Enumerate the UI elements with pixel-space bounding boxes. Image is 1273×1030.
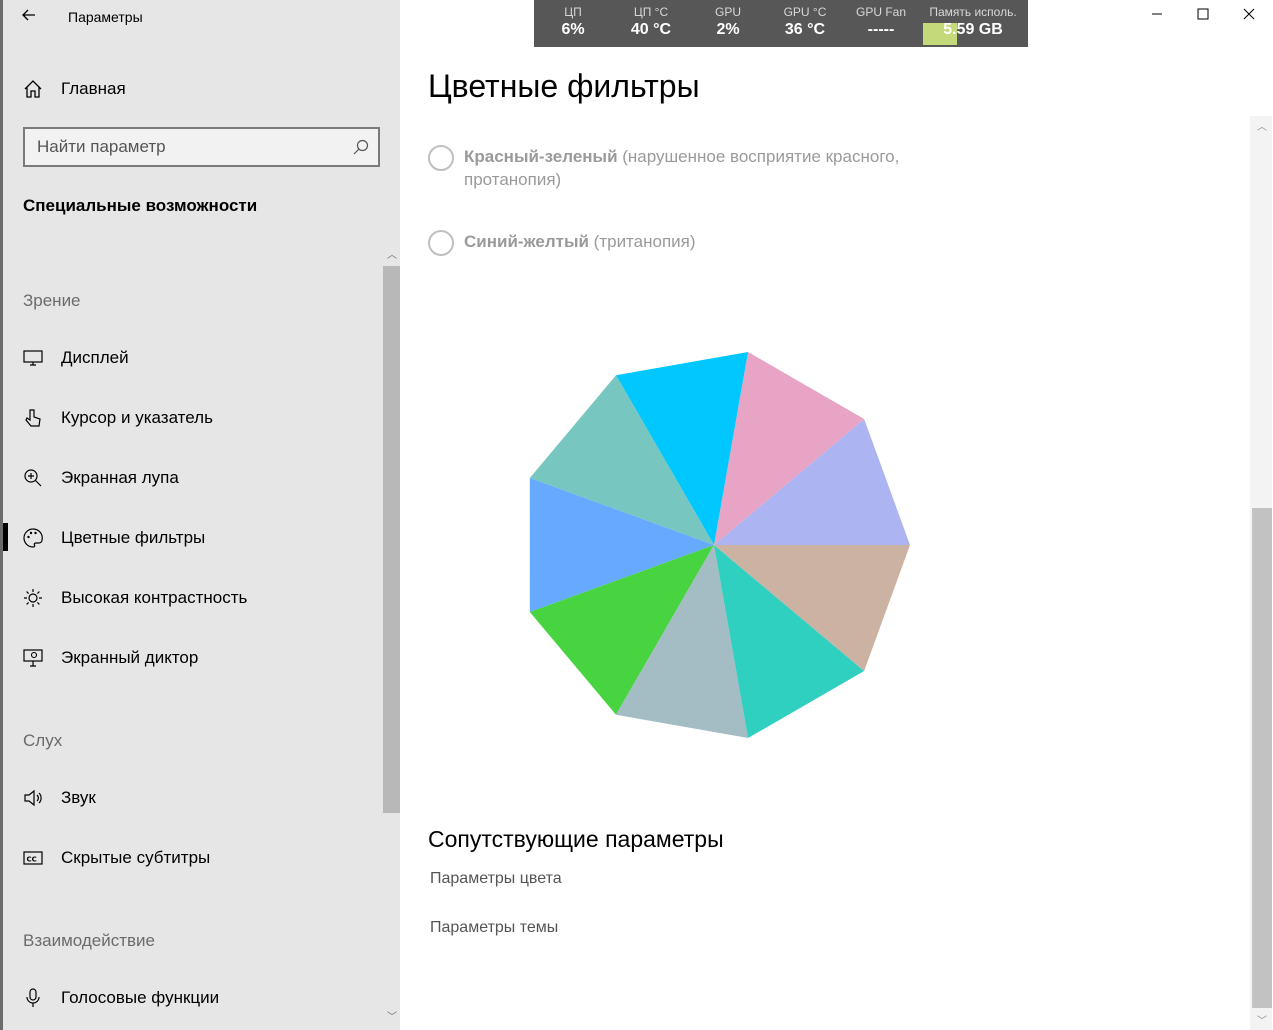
sidebar-item-label: Курсор и указатель	[61, 408, 213, 427]
palette-icon	[23, 528, 43, 548]
hw-label: ЦП	[564, 5, 582, 19]
magnifier-icon	[23, 468, 43, 488]
home-icon	[23, 79, 43, 99]
back-button[interactable]	[13, 0, 45, 30]
sidebar-scrollbar-thumb[interactable]	[383, 266, 401, 813]
contrast-icon	[23, 588, 43, 608]
radio-button[interactable]	[428, 145, 454, 171]
hw-label: GPU °C	[783, 5, 827, 19]
search-box[interactable]	[23, 127, 380, 167]
hw-value: 2%	[716, 21, 740, 38]
sidebar-item-speech[interactable]: Голосовые функции	[3, 978, 400, 1018]
hw-gpu-fan: GPU Fan -----	[844, 0, 918, 47]
sidebar-item-narrator[interactable]: Экранный диктор	[3, 638, 400, 678]
main-scroll-down[interactable]: ﹀	[1254, 1012, 1270, 1027]
sidebar-item-label: Цветные фильтры	[61, 528, 206, 547]
sidebar-item-magnifier[interactable]: Экранная лупа	[3, 458, 400, 498]
hw-cpu-temp: ЦП °C 40 °C	[612, 0, 690, 47]
hw-value: 40 °C	[630, 21, 672, 38]
back-arrow-icon	[22, 9, 35, 21]
option-name: Красный-зеленый	[464, 147, 618, 166]
minimize-button[interactable]	[1134, 0, 1180, 28]
speaker-icon	[23, 788, 43, 808]
microphone-icon	[23, 988, 43, 1008]
hw-gpu: GPU 2%	[690, 0, 766, 47]
sidebar-item-home[interactable]: Главная	[3, 69, 400, 109]
group-title-interaction: Взаимодействие	[23, 931, 155, 950]
sidebar-scroll-down[interactable]: ﹀	[385, 1012, 399, 1024]
app-title: Параметры	[68, 9, 143, 25]
hw-cpu: ЦП 6%	[534, 0, 612, 47]
color-filter-preview-wheel	[529, 351, 910, 739]
sidebar-item-high-contrast[interactable]: Высокая контрастность	[3, 578, 400, 618]
hw-label: GPU	[714, 5, 741, 19]
sidebar-item-display[interactable]: Дисплей	[3, 338, 400, 378]
sidebar-item-label: Дисплей	[61, 348, 129, 367]
hw-label: GPU Fan	[855, 5, 906, 19]
option-description: (тританопия)	[588, 232, 696, 251]
display-icon	[23, 348, 43, 368]
page-title: Цветные фильтры	[428, 68, 700, 104]
settings-window: Параметры Главная Специальные возможност…	[0, 0, 1273, 1030]
hw-value: 5.59 GB	[943, 21, 1003, 38]
link-theme-settings[interactable]: Параметры темы	[430, 919, 558, 937]
maximize-icon	[1197, 8, 1209, 20]
cursor-icon	[23, 408, 43, 428]
radio-button[interactable]	[428, 230, 454, 256]
related-settings-title: Сопутствующие параметры	[428, 826, 724, 852]
main-scroll-up[interactable]: ︿	[1254, 118, 1270, 133]
sidebar-scroll-up[interactable]: ︿	[385, 250, 399, 262]
minimize-icon	[1152, 13, 1162, 15]
sidebar-item-audio[interactable]: Звук	[3, 778, 400, 818]
hw-value: -----	[867, 21, 895, 38]
svg-text:CC: CC	[27, 856, 37, 864]
section-title: Специальные возможности	[23, 196, 258, 215]
sidebar-item-color-filters[interactable]: Цветные фильтры	[3, 518, 400, 558]
hw-label: Память исполь.	[929, 5, 1017, 19]
link-color-settings[interactable]: Параметры цвета	[430, 870, 562, 888]
group-title-vision: Зрение	[23, 291, 81, 310]
main-content: Цветные фильтры Красный-зеленый (нарушен…	[400, 0, 1273, 1030]
radio-label: Синий-желтый (тританопия)	[464, 230, 934, 256]
sidebar-item-captions[interactable]: CC Скрытые субтитры	[3, 838, 400, 878]
hw-memory: Память исполь. 5.59 GB	[918, 0, 1028, 47]
hw-gpu-temp: GPU °C 36 °C	[766, 0, 844, 47]
hw-value: 6%	[561, 21, 585, 38]
sidebar-item-label: Звук	[61, 788, 96, 807]
sidebar-item-label: Голосовые функции	[61, 988, 220, 1007]
radio-option-red-green[interactable]: Красный-зеленый (нарушенное восприятие к…	[428, 145, 934, 191]
hw-value: 36 °C	[784, 21, 826, 38]
option-name: Синий-желтый	[464, 232, 589, 251]
main-scrollbar-thumb[interactable]	[1252, 508, 1272, 1008]
sidebar-item-cursor[interactable]: Курсор и указатель	[3, 398, 400, 438]
sidebar: Параметры Главная Специальные возможност…	[3, 0, 401, 1030]
sidebar-item-label: Экранный диктор	[61, 648, 199, 667]
sidebar-item-label: Экранная лупа	[61, 468, 179, 487]
radio-label: Красный-зеленый (нарушенное восприятие к…	[464, 145, 934, 191]
maximize-button[interactable]	[1180, 0, 1226, 28]
sidebar-item-label: Скрытые субтитры	[61, 848, 211, 867]
narrator-icon	[23, 648, 43, 668]
radio-option-blue-yellow[interactable]: Синий-желтый (тританопия)	[428, 230, 934, 256]
hardware-monitor-overlay: ЦП 6% ЦП °C 40 °C GPU 2% GPU °C 36 °C GP…	[534, 0, 1028, 47]
sidebar-item-label: Высокая контрастность	[61, 588, 248, 607]
hw-label: ЦП °C	[633, 5, 669, 19]
search-input[interactable]	[25, 129, 345, 165]
closed-captions-icon: CC	[23, 848, 43, 868]
search-icon[interactable]	[352, 138, 370, 156]
sidebar-item-label: Главная	[61, 79, 126, 98]
group-title-hearing: Слух	[23, 731, 63, 750]
close-icon	[1243, 8, 1255, 20]
close-button[interactable]	[1226, 0, 1272, 28]
